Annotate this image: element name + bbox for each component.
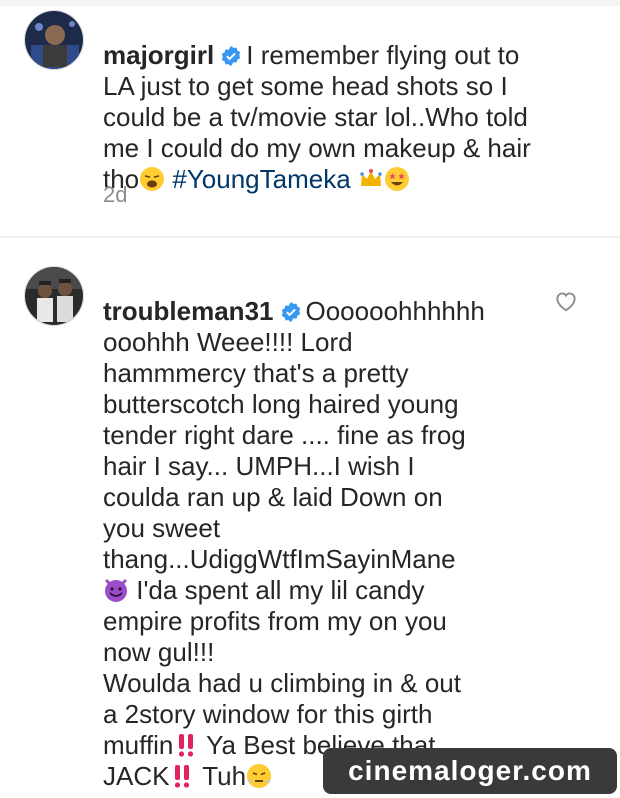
- verified-badge-icon: [220, 45, 242, 67]
- double-exclamation-icon: [173, 732, 199, 758]
- comment-divider: [0, 236, 620, 238]
- comment-text: Oooooohhhhhh ooohhh Weee!!!! Lord hammme…: [103, 296, 485, 574]
- double-exclamation-icon: [169, 763, 195, 789]
- username-link[interactable]: majorgirl: [103, 40, 214, 70]
- crown-icon: [358, 166, 384, 192]
- like-heart-icon[interactable]: [553, 288, 579, 314]
- weary-face-icon: [139, 166, 165, 192]
- avatar[interactable]: [24, 266, 84, 326]
- comment-text-4: Tuh: [202, 761, 247, 791]
- verified-badge-icon: [280, 301, 302, 323]
- star-struck-icon: [384, 166, 410, 192]
- comment-body: majorgirl I remember flying out to LA jus…: [103, 9, 603, 195]
- comment-timestamp: 2d: [103, 182, 128, 207]
- hashtag-link[interactable]: #YoungTameka: [172, 164, 350, 194]
- avatar[interactable]: [24, 10, 84, 70]
- smiling-devil-icon: [103, 577, 129, 603]
- top-divider: [0, 0, 620, 6]
- username-link[interactable]: troubleman31: [103, 296, 274, 326]
- watermark: cinemaloger.com: [323, 748, 617, 794]
- face-with-steam-icon: [246, 763, 272, 789]
- comment-body: troubleman31 Oooooohhhhhh ooohhh Weee!!!!…: [103, 265, 523, 792]
